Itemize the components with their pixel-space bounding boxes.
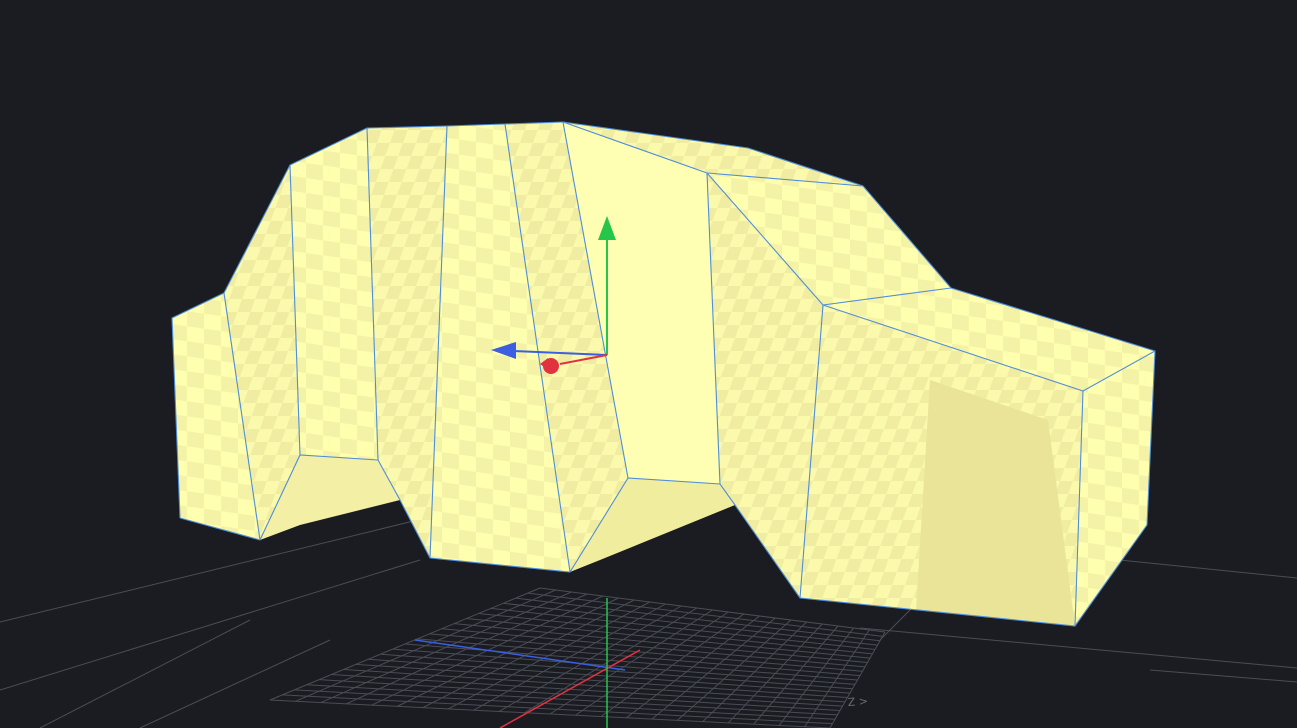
3d-viewport[interactable]: Z > bbox=[0, 0, 1297, 728]
viewport-canvas[interactable]: Z > bbox=[0, 0, 1297, 728]
ground-grid bbox=[269, 587, 886, 728]
grid-z-axis-line bbox=[414, 639, 626, 671]
grid-col-line bbox=[804, 629, 870, 728]
axis-label: Z > bbox=[847, 695, 868, 709]
grid-col-line bbox=[829, 631, 886, 728]
mesh-object[interactable] bbox=[172, 122, 1155, 626]
grid-col-line bbox=[778, 627, 855, 726]
grid-col-line bbox=[600, 613, 745, 717]
